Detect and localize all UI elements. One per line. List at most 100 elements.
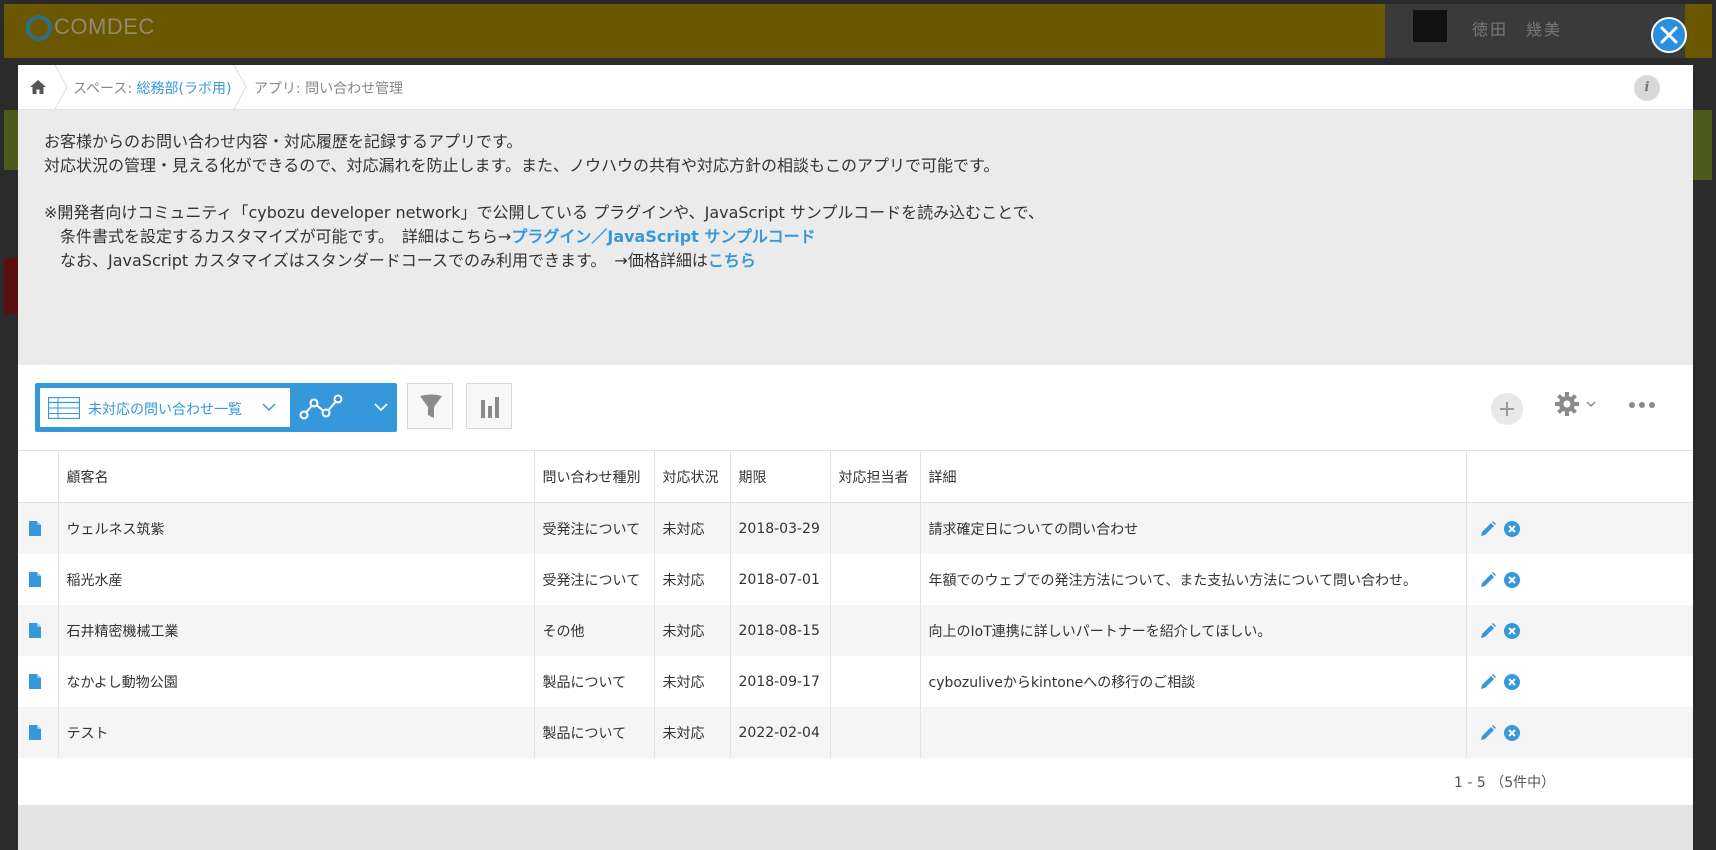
row-actions (1466, 502, 1693, 554)
cell-detail: 向上のIoT連携に詳しいパートナーを紹介してほしい。 (920, 605, 1467, 656)
row-actions (1466, 707, 1693, 758)
view-name: 未対応の問い合わせ一覧 (88, 402, 242, 418)
record-detail-link[interactable] (18, 707, 59, 758)
graph-button[interactable] (466, 383, 512, 429)
cell-assignee (830, 707, 921, 758)
cell-assignee (830, 605, 921, 656)
cell-customer: 稲光水産 (58, 554, 535, 605)
edit-icon[interactable] (1479, 622, 1497, 640)
cell-status: 未対応 (654, 554, 731, 605)
user-name: 徳田 幾美 (1472, 20, 1563, 39)
table-row[interactable]: テスト 製品について 未対応 2022-02-04 (18, 707, 1693, 758)
cell-customer: 石井精密機械工業 (58, 605, 535, 656)
record-detail-link[interactable] (18, 502, 59, 554)
gear-icon[interactable] (1553, 390, 1581, 418)
screen-frame: COMDEC 徳田 幾美 スペース: 総務部(ラボ用) アプリ: 問い合わせ管理… (0, 0, 1716, 850)
table-row[interactable]: 石井精密機械工業 その他 未対応 2018-08-15 向上のIoT連携に詳しいパートナ… (18, 605, 1693, 656)
breadcrumb: スペース: 総務部(ラボ用) アプリ: 問い合わせ管理 i (18, 65, 1693, 110)
cell-due: 2018-08-15 (730, 605, 831, 656)
description-line: なお、JavaScript カスタマイズはスタンダードコースでのみ利用できます。… (60, 247, 756, 271)
table-row[interactable]: なかよし動物公園 製品について 未対応 2018-09-17 cybozuliveからk… (18, 656, 1693, 707)
add-record-button[interactable] (1491, 393, 1523, 425)
delete-icon[interactable] (1503, 520, 1521, 538)
delete-icon[interactable] (1503, 724, 1521, 742)
column-header-due[interactable]: 期限 (730, 450, 831, 503)
table-row[interactable]: 稲光水産 受発注について 未対応 2018-07-01 年額でのウェブでの発注方法につい… (18, 554, 1693, 605)
cell-assignee (830, 656, 921, 707)
document-icon (29, 623, 41, 638)
app-modal: スペース: 総務部(ラボ用) アプリ: 問い合わせ管理 i お客様からのお問い合… (18, 65, 1693, 850)
logo-text: COMDEC (54, 14, 155, 39)
cell-type: 製品について (534, 656, 655, 707)
view-selector[interactable]: 未対応の問い合わせ一覧 (40, 388, 290, 427)
chevron-down-icon[interactable] (374, 402, 388, 412)
document-icon (29, 521, 41, 536)
graph-icon[interactable] (298, 393, 344, 423)
cell-type: その他 (534, 605, 655, 656)
more-icon[interactable] (1628, 401, 1656, 409)
chevron-down-icon[interactable] (1586, 400, 1596, 408)
edit-icon[interactable] (1479, 724, 1497, 742)
cell-due: 2018-03-29 (730, 502, 831, 554)
delete-icon[interactable] (1503, 673, 1521, 691)
column-header-detail[interactable]: 詳細 (920, 450, 1467, 503)
cell-due: 2018-09-17 (730, 656, 831, 707)
cell-customer: ウェルネス筑紫 (58, 502, 535, 554)
record-detail-link[interactable] (18, 605, 59, 656)
description-line: お客様からのお問い合わせ内容・対応履歴を記録するアプリです。 (44, 132, 523, 151)
info-icon: i (1644, 80, 1650, 95)
info-button[interactable]: i (1634, 75, 1660, 101)
cell-assignee (830, 554, 921, 605)
delete-icon[interactable] (1503, 622, 1521, 640)
cell-type: 受発注について (534, 554, 655, 605)
app-description: お客様からのお問い合わせ内容・対応履歴を記録するアプリです。 対応状況の管理・見… (18, 110, 1693, 365)
plugin-link[interactable]: プラグイン (511, 227, 591, 246)
document-icon (29, 572, 41, 587)
document-icon (29, 674, 41, 689)
column-header-customer[interactable]: 顧客名 (58, 450, 535, 503)
description-text: なお、JavaScript カスタマイズはスタンダードコースでのみ利用できます。… (60, 251, 708, 270)
column-header (1466, 450, 1693, 503)
javascript-sample-link[interactable]: JavaScript サンプルコード (607, 227, 815, 246)
cell-detail (920, 707, 1467, 758)
description-line: 条件書式を設定するカスタマイズが可能です。 詳細はこちら→プラグイン／JavaS… (60, 223, 816, 247)
cell-status: 未対応 (654, 502, 731, 554)
cell-status: 未対応 (654, 707, 731, 758)
row-actions (1466, 656, 1693, 707)
description-text: 条件書式を設定するカスタマイズが可能です。 詳細はこちら→ (60, 227, 512, 246)
edit-icon[interactable] (1479, 520, 1497, 538)
bar-chart-icon (481, 397, 499, 418)
breadcrumb-separator (54, 65, 68, 109)
column-header-type[interactable]: 問い合わせ種別 (534, 450, 655, 503)
column-header-status[interactable]: 対応状況 (654, 450, 731, 503)
cell-type: 製品について (534, 707, 655, 758)
avatar (1413, 10, 1447, 42)
link-separator: ／ (591, 227, 608, 246)
column-header-assignee[interactable]: 対応担当者 (830, 450, 921, 503)
background-strip (1692, 110, 1712, 180)
cell-detail: 請求確定日についての問い合わせ (920, 502, 1467, 554)
background-strip (4, 110, 18, 170)
record-detail-link[interactable] (18, 554, 59, 605)
breadcrumb-space-link[interactable]: 総務部(ラボ用) (137, 81, 232, 97)
cell-due: 2018-07-01 (730, 554, 831, 605)
close-button[interactable] (1651, 17, 1687, 53)
description-line: 対応状況の管理・見える化ができるので、対応漏れを防止します。また、ノウハウの共有… (44, 156, 1000, 175)
breadcrumb-space[interactable]: スペース: 総務部(ラボ用) (73, 78, 231, 98)
filter-button[interactable] (407, 383, 453, 429)
pricing-link[interactable]: こちら (708, 251, 756, 270)
table-row[interactable]: ウェルネス筑紫 受発注について 未対応 2018-03-29 請求確定日についての問い合… (18, 502, 1693, 554)
cell-customer: なかよし動物公園 (58, 656, 535, 707)
edit-icon[interactable] (1479, 571, 1497, 589)
record-table: 顧客名 問い合わせ種別 対応状況 期限 対応担当者 詳細 ウェルネス筑紫 受発注に… (18, 450, 1693, 758)
cell-detail: cybozuliveからkintoneへの移行のご相談 (920, 656, 1467, 707)
cell-assignee (830, 502, 921, 554)
record-list-area: 未対応の問い合わせ一覧 顧客名 問い合わせ種別 対応状況 期限 対応担当者 詳細… (18, 365, 1693, 805)
record-detail-link[interactable] (18, 656, 59, 707)
home-icon[interactable] (28, 77, 48, 97)
filter-icon (420, 394, 442, 418)
cell-detail: 年額でのウェブでの発注方法について、また支払い方法について問い合わせ。 (920, 554, 1467, 605)
delete-icon[interactable] (1503, 571, 1521, 589)
edit-icon[interactable] (1479, 673, 1497, 691)
column-header (18, 450, 59, 503)
